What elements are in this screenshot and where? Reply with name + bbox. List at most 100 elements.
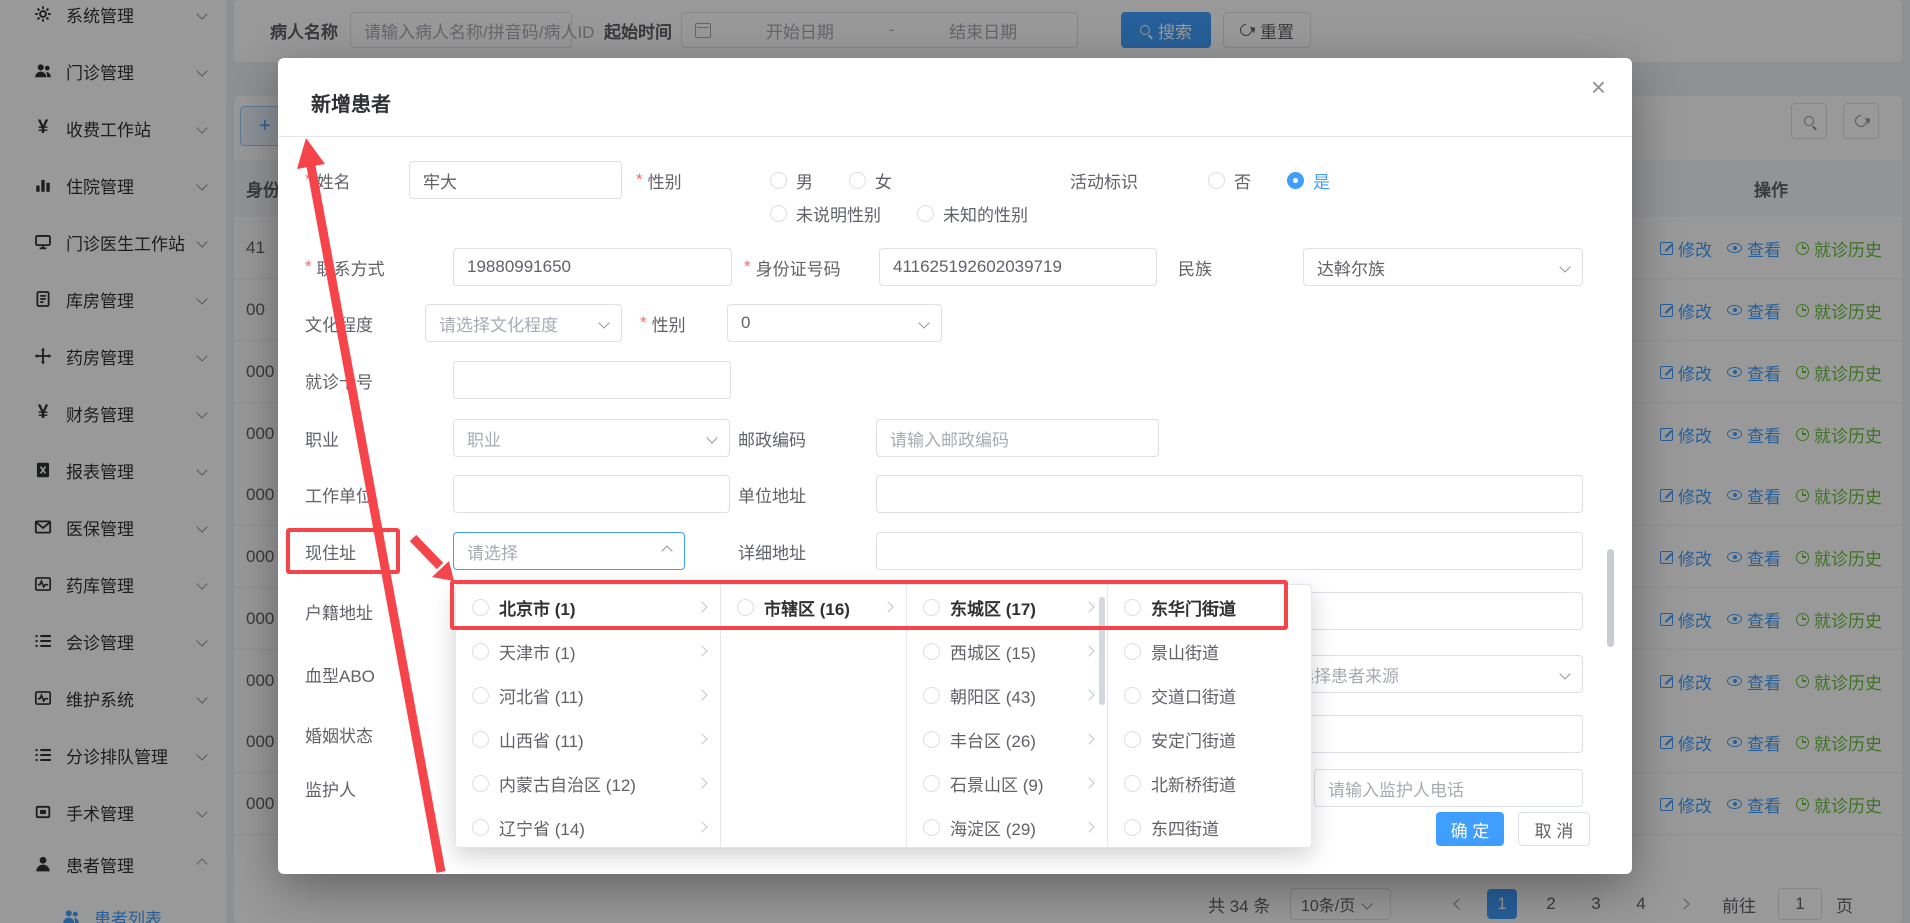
employer-input[interactable] bbox=[453, 475, 730, 513]
gender-unstated-radio[interactable]: 未说明性别 bbox=[770, 201, 881, 226]
cascader-option-chaoyang[interactable]: 朝阳区 (43) bbox=[907, 673, 1107, 717]
radio-icon bbox=[923, 687, 940, 704]
radio-icon bbox=[923, 775, 940, 792]
education-select[interactable]: 请选择文化程度 bbox=[425, 304, 622, 342]
chevron-right-icon bbox=[696, 601, 707, 612]
chevron-right-icon bbox=[882, 601, 893, 612]
gender-unknown-radio[interactable]: 未知的性别 bbox=[917, 201, 1028, 226]
chevron-right-icon bbox=[1083, 821, 1094, 832]
chevron-right-icon bbox=[696, 821, 707, 832]
ethnicity-select[interactable]: 达斡尔族 bbox=[1303, 248, 1583, 286]
active-no-radio[interactable]: 否 bbox=[1208, 168, 1251, 193]
education-label: 文化程度 bbox=[305, 304, 373, 342]
cascader-option-fengtai[interactable]: 丰台区 (26) bbox=[907, 717, 1107, 761]
chevron-right-icon bbox=[696, 777, 707, 788]
marital-status-label: 婚姻状态 bbox=[305, 715, 373, 753]
chevron-down-icon bbox=[1559, 261, 1570, 272]
patient-source-select[interactable]: 请选择患者来源 bbox=[1266, 655, 1583, 693]
cascader-option-xicheng[interactable]: 西城区 (15) bbox=[907, 629, 1107, 673]
radio-icon bbox=[849, 172, 866, 189]
cascader-street-column: 东华门街道 景山街道 交道口街道 安定门街道 北新桥街道 东四街道 bbox=[1108, 585, 1311, 847]
contact-input[interactable]: 19880991650 bbox=[453, 248, 732, 286]
current-address-cascader[interactable]: 请选择 bbox=[453, 532, 685, 570]
cascader-option-jingshan[interactable]: 景山街道 bbox=[1108, 629, 1311, 673]
confirm-button[interactable]: 确 定 bbox=[1436, 812, 1504, 846]
cascader-option-beijing[interactable]: 北京市 (1) bbox=[456, 585, 720, 629]
cascader-district-column: 东城区 (17) 西城区 (15) 朝阳区 (43) 丰台区 (26) 石景山区… bbox=[907, 585, 1108, 847]
close-icon[interactable]: × bbox=[1591, 72, 1606, 103]
radio-icon bbox=[923, 599, 940, 616]
active-yes-radio[interactable]: 是 bbox=[1287, 168, 1330, 193]
radio-icon bbox=[472, 731, 489, 748]
divider bbox=[278, 136, 1632, 137]
radio-icon bbox=[917, 205, 934, 222]
radio-icon bbox=[1124, 819, 1141, 836]
gender-label: 性别 bbox=[636, 161, 682, 199]
radio-icon bbox=[737, 599, 754, 616]
cascader-option-shijingshan[interactable]: 石景山区 (9) bbox=[907, 761, 1107, 805]
visit-card-input[interactable] bbox=[453, 361, 731, 399]
id-number-input[interactable]: 411625192602039719 bbox=[879, 248, 1157, 286]
radio-icon bbox=[472, 643, 489, 660]
detail-address-label: 详细地址 bbox=[738, 532, 806, 570]
radio-icon bbox=[1124, 731, 1141, 748]
postal-code-label: 邮政编码 bbox=[738, 419, 806, 457]
employer-address-input[interactable] bbox=[876, 475, 1583, 513]
radio-icon bbox=[1208, 172, 1225, 189]
postal-code-input[interactable]: 请输入邮政编码 bbox=[876, 419, 1159, 457]
cascader-option-hebei[interactable]: 河北省 (11) bbox=[456, 673, 720, 717]
chevron-right-icon bbox=[696, 689, 707, 700]
radio-icon bbox=[472, 775, 489, 792]
gender-code-label: 性别 bbox=[640, 304, 686, 342]
cascader-option-dongsi[interactable]: 东四街道 bbox=[1108, 805, 1311, 849]
cascader-option-dongcheng[interactable]: 东城区 (17) bbox=[907, 585, 1107, 629]
radio-icon bbox=[770, 205, 787, 222]
chevron-down-icon bbox=[598, 317, 609, 328]
cascader-option-beixinqiao[interactable]: 北新桥街道 bbox=[1108, 761, 1311, 805]
cascader-option-andingmen[interactable]: 安定门街道 bbox=[1108, 717, 1311, 761]
employer-label: 工作单位 bbox=[305, 475, 373, 513]
cascader-option-donghuamen[interactable]: 东华门街道 bbox=[1108, 585, 1311, 629]
chevron-right-icon bbox=[1083, 777, 1094, 788]
gender-female-radio[interactable]: 女 bbox=[849, 168, 892, 193]
visit-card-label: 就诊卡号 bbox=[305, 361, 373, 399]
name-input[interactable]: 牢大 bbox=[409, 161, 622, 199]
chevron-down-icon bbox=[918, 317, 929, 328]
radio-icon bbox=[1124, 687, 1141, 704]
cascader-option-liaoning[interactable]: 辽宁省 (14) bbox=[456, 805, 720, 849]
gender-code-select[interactable]: 0 bbox=[727, 304, 942, 342]
cascader-option-jiaodaokou[interactable]: 交道口街道 bbox=[1108, 673, 1311, 717]
screen: 系统管理 门诊管理 ¥收费工作站 住院管理 门诊医生工作站 库房管理 药房管理 … bbox=[0, 0, 1910, 923]
cancel-button[interactable]: 取 消 bbox=[1518, 812, 1590, 846]
gender-radio-group-extra: 未说明性别 未知的性别 bbox=[770, 194, 1028, 232]
chevron-down-icon bbox=[706, 432, 717, 443]
radio-icon bbox=[923, 643, 940, 660]
modal-scrollbar[interactable] bbox=[1607, 549, 1614, 647]
chevron-right-icon bbox=[1083, 601, 1094, 612]
name-label: 姓名 bbox=[305, 161, 351, 199]
cascader-option-neimenggu[interactable]: 内蒙古自治区 (12) bbox=[456, 761, 720, 805]
column-scrollbar[interactable] bbox=[1099, 597, 1105, 705]
radio-icon bbox=[923, 731, 940, 748]
radio-icon bbox=[472, 599, 489, 616]
cascader-option-shanxi[interactable]: 山西省 (11) bbox=[456, 717, 720, 761]
detail-address-input[interactable] bbox=[876, 532, 1583, 570]
modal-title: 新增患者 bbox=[311, 88, 391, 117]
cascader-option-shixiaqu[interactable]: 市辖区 (16) bbox=[721, 585, 906, 629]
radio-icon bbox=[472, 687, 489, 704]
chevron-right-icon bbox=[1083, 689, 1094, 700]
cascader-option-tianjin[interactable]: 天津市 (1) bbox=[456, 629, 720, 673]
address-cascader-panel: 北京市 (1) 天津市 (1) 河北省 (11) 山西省 (11) 内蒙古自治区… bbox=[455, 584, 1312, 848]
radio-icon bbox=[1124, 775, 1141, 792]
active-flag-label: 活动标识 bbox=[1070, 161, 1138, 199]
blood-type-label: 血型ABO bbox=[305, 655, 375, 693]
chevron-right-icon bbox=[1083, 645, 1094, 656]
occupation-select[interactable]: 职业 bbox=[453, 419, 730, 457]
gender-male-radio[interactable]: 男 bbox=[770, 168, 813, 193]
id-number-label: 身份证号码 bbox=[744, 248, 841, 286]
radio-icon bbox=[770, 172, 787, 189]
guardian-label: 监护人 bbox=[305, 769, 356, 807]
chevron-right-icon bbox=[1083, 733, 1094, 744]
cascader-option-haidian[interactable]: 海淀区 (29) bbox=[907, 805, 1107, 849]
guardian-phone-input[interactable]: 请输入监护人电话 bbox=[1314, 769, 1583, 807]
